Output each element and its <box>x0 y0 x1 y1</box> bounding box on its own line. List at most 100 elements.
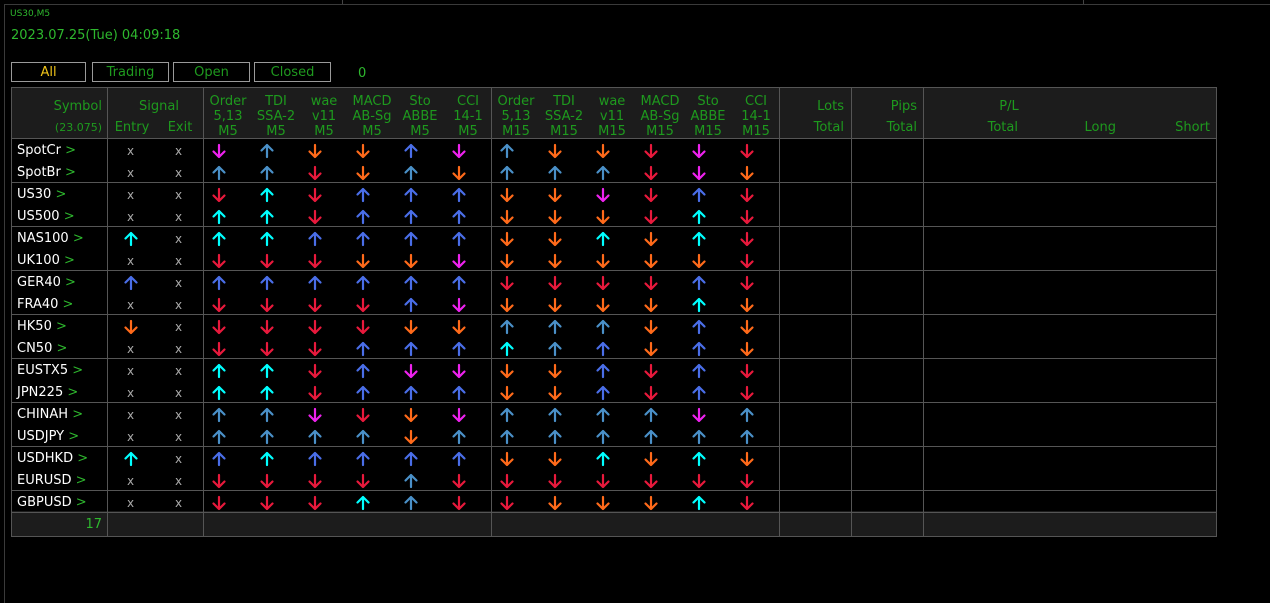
arrow-down-icon <box>452 407 466 423</box>
arrow-down-icon <box>692 253 706 269</box>
ind-param: 5,13 <box>213 109 243 124</box>
arrow-down-icon <box>500 187 514 203</box>
entry-signal: x <box>127 166 135 180</box>
footer-separator <box>12 512 1216 513</box>
tab-trading[interactable]: Trading <box>92 62 169 82</box>
tab-closed[interactable]: Closed <box>254 62 331 82</box>
ind-param: 14-1 <box>741 109 771 124</box>
ind-label: wae <box>310 94 338 109</box>
symbol-label[interactable]: GER40 > <box>17 275 76 290</box>
symbol-label[interactable]: EUSTX5 > <box>17 363 83 378</box>
symbol-label[interactable]: SpotCr > <box>17 143 76 158</box>
ind-param: ABBE <box>690 109 726 124</box>
symbol-label[interactable]: SpotBr > <box>17 165 76 180</box>
ind-param: SSA-2 <box>256 109 296 124</box>
expand-chevron-icon: > <box>68 363 84 378</box>
symbol-label[interactable]: UK100 > <box>17 253 75 268</box>
arrow-down-icon <box>212 495 226 511</box>
entry-signal: x <box>127 298 135 312</box>
symbol-label[interactable]: NAS100 > <box>17 231 84 246</box>
arrow-up-icon <box>404 385 418 401</box>
arrow-down-icon <box>308 341 322 357</box>
exit-signal: x <box>175 276 183 290</box>
ind-param: ABBE <box>402 109 438 124</box>
arrow-up-icon <box>452 275 466 291</box>
symbol-label[interactable]: CN50 > <box>17 341 67 356</box>
arrow-down-icon <box>644 187 658 203</box>
symbol-label[interactable]: EURUSD > <box>17 473 87 488</box>
symbol-label[interactable]: GBPUSD > <box>17 495 87 510</box>
ind-tf: M15 <box>550 124 578 139</box>
arrow-up-icon <box>212 231 226 247</box>
arrow-down-icon <box>308 297 322 313</box>
expand-chevron-icon: > <box>64 429 80 444</box>
symbol-label[interactable]: CHINAH > <box>17 407 83 422</box>
exit-signal: x <box>175 386 183 400</box>
arrow-down-icon <box>404 407 418 423</box>
tab-all[interactable]: All <box>11 62 86 82</box>
symbol-label[interactable]: HK50 > <box>17 319 67 334</box>
arrow-down-icon <box>308 473 322 489</box>
ind-label: Sto <box>697 94 719 109</box>
arrow-up-icon <box>260 451 274 467</box>
symbol-name: US500 <box>17 209 60 224</box>
arrow-down-icon <box>452 363 466 379</box>
arrow-up-icon <box>260 187 274 203</box>
arrow-down-icon <box>308 143 322 159</box>
arrow-up-icon <box>596 319 610 335</box>
symbol-label[interactable]: FRA40 > <box>17 297 73 312</box>
arrow-up-icon <box>548 341 562 357</box>
arrow-down-icon <box>644 143 658 159</box>
arrow-down-icon <box>596 209 610 225</box>
arrow-down-icon <box>740 275 754 291</box>
row-separator <box>12 226 1216 227</box>
arrow-up-icon <box>260 209 274 225</box>
symbol-label[interactable]: USDHKD > <box>17 451 88 466</box>
arrow-down-icon <box>404 253 418 269</box>
symbol-name: FRA40 <box>17 297 59 312</box>
arrow-up-icon <box>404 209 418 225</box>
symbol-label[interactable]: USDJPY > <box>17 429 79 444</box>
arrow-up-icon <box>260 231 274 247</box>
symbol-name: US30 <box>17 187 52 202</box>
expand-chevron-icon: > <box>71 495 87 510</box>
expand-chevron-icon: > <box>63 385 79 400</box>
arrow-down-icon <box>212 143 226 159</box>
expand-chevron-icon: > <box>58 297 74 312</box>
arrow-up-icon <box>692 231 706 247</box>
header-ind-m15: CCI 14-1 M15 <box>732 94 780 139</box>
arrow-down-icon <box>308 363 322 379</box>
arrow-down-icon <box>260 341 274 357</box>
dashboard-panel: Symbol (23.075) Signal Entry Exit Order 5… <box>11 87 1217 537</box>
arrow-up-icon <box>500 341 514 357</box>
header-pl-total: Total <box>987 120 1018 135</box>
entry-signal: x <box>127 474 135 488</box>
arrow-down-icon <box>212 473 226 489</box>
arrow-down-icon <box>452 495 466 511</box>
arrow-up-icon <box>500 429 514 445</box>
symbol-name: GER40 <box>17 275 61 290</box>
exit-signal: x <box>175 430 183 444</box>
symbol-name: CHINAH <box>17 407 69 422</box>
arrow-up-icon <box>124 451 138 467</box>
exit-signal: x <box>175 364 183 378</box>
arrow-down-icon <box>548 495 562 511</box>
symbol-label[interactable]: US30 > <box>17 187 66 202</box>
symbol-name: USDJPY <box>17 429 65 444</box>
arrow-down-icon <box>644 319 658 335</box>
arrow-down-icon <box>260 495 274 511</box>
ind-label: TDI <box>553 94 575 109</box>
arrow-up-icon <box>452 385 466 401</box>
symbol-label[interactable]: JPN225 > <box>17 385 78 400</box>
symbol-label[interactable]: US500 > <box>17 209 75 224</box>
ind-tf: M15 <box>598 124 626 139</box>
arrow-down-icon <box>644 275 658 291</box>
tab-open[interactable]: Open <box>173 62 250 82</box>
arrow-down-icon <box>548 209 562 225</box>
ind-label: Order <box>497 94 535 109</box>
header-ind-m15: wae v11 M15 <box>588 94 636 139</box>
header-ind-m15: TDI SSA-2 M15 <box>540 94 588 139</box>
arrow-up-icon <box>260 429 274 445</box>
arrow-up-icon <box>692 297 706 313</box>
arrow-up-icon <box>260 407 274 423</box>
